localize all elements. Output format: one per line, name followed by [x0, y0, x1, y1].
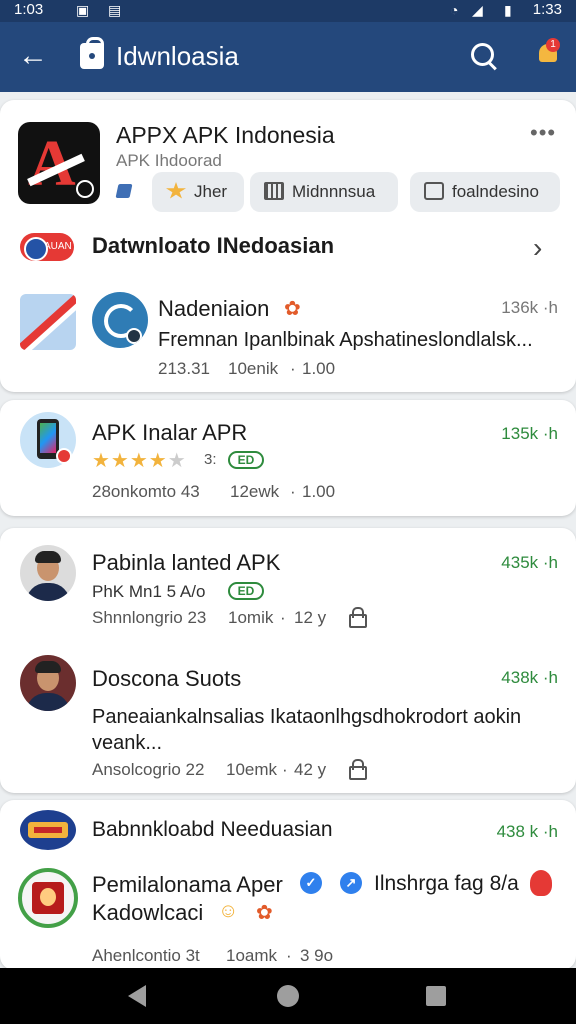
signal-icon: ◢ [472, 2, 483, 18]
section-pill-icon: AUAN [20, 233, 74, 261]
featured-app-subtitle: APK Ihdoorad [116, 151, 222, 170]
heart-icon[interactable] [530, 870, 552, 896]
tag-icon [114, 180, 138, 202]
app-subtitle: PhK Mn1 5 A/o [92, 582, 206, 601]
lock-icon [346, 758, 367, 780]
app-description: Fremnan Ipanlbinak Apshatineslondlalsk..… [158, 329, 533, 351]
status-clock: 1:33 [532, 1, 562, 18]
alarm-icon: ◔ [450, 2, 459, 18]
section-header[interactable]: AUAN Datwnloato INedoasian › [0, 230, 576, 264]
app-tail-text: Ilnshrga fag 8/a [374, 872, 519, 895]
app-name[interactable]: Doscona Suots [92, 666, 241, 692]
app-meta-downloads: 1oamk [226, 946, 278, 965]
app-meta-version: 28onkomto 43 [92, 482, 200, 501]
nav-home-icon[interactable] [277, 985, 299, 1007]
chip-foalndesino[interactable]: foalndesino [410, 172, 560, 212]
status-badge: ED [228, 451, 264, 469]
app-meta-downloads: 10enik [228, 359, 279, 378]
chip-midnnnsua[interactable]: Midnnnsua [250, 172, 398, 212]
phone-app-icon[interactable] [20, 412, 76, 468]
shopping-bag-icon [80, 37, 104, 69]
notification-bell-icon[interactable]: 1 [536, 38, 562, 72]
section-title: Datwnloato INedoasian [92, 233, 335, 258]
app-meta-rating: 1.00 [302, 482, 336, 501]
page-title: Idwnloasia [116, 41, 239, 71]
status-badge: ED [228, 582, 264, 600]
back-arrow-icon[interactable]: ← [16, 40, 50, 74]
lock-icon [346, 606, 367, 628]
flower-emoji-icon: ✿ [284, 298, 301, 320]
calendar-icon [424, 182, 444, 200]
chevron-right-icon[interactable]: › [533, 232, 542, 264]
app-logo-icon[interactable]: A [18, 122, 100, 204]
app-description-cont: veank... [92, 732, 163, 754]
app-subtitle: Kadowlcaci [92, 900, 204, 925]
crest-app-icon[interactable] [20, 810, 76, 850]
app-size: 438 k ·h [496, 822, 558, 841]
status-time: 1:03 [14, 1, 44, 18]
flag-thumbnail-icon [20, 294, 76, 350]
app-meta-downloads: 10emk [226, 760, 278, 779]
app-meta-downloads: 12ewk [230, 482, 280, 501]
status-bar: 1:03 ▣ ▤ ◔ ◢ ▮ 1:33 [0, 0, 576, 22]
app-size: 435k ·h [501, 553, 558, 572]
battery-icon: ▮ [504, 2, 512, 18]
more-options-icon[interactable]: ••• [530, 120, 556, 146]
app-name[interactable]: Babnnkloabd Needuasian [92, 818, 333, 842]
avatar[interactable] [20, 545, 76, 601]
nav-back-icon[interactable] [128, 985, 146, 1007]
verified-icon: ✓ [300, 872, 322, 894]
game-app-icon[interactable] [18, 868, 78, 928]
app-description: Paneaiankalnsalias Ikataonlhgsdhokrodort… [92, 706, 522, 728]
app-size: 438k ·h [501, 668, 558, 687]
system-nav-bar [0, 968, 576, 1024]
search-icon[interactable] [468, 40, 500, 72]
flower-emoji-icon: ✿ [256, 902, 273, 924]
notification-badge: 1 [546, 38, 560, 52]
grid-icon [264, 182, 284, 200]
app-meta-age: 12 y [294, 608, 327, 627]
app-name[interactable]: Nadeniaion [158, 296, 269, 322]
app-name[interactable]: Pabinla lanted APK [92, 550, 280, 576]
rating-value: 3: [204, 451, 217, 468]
app-name[interactable]: Pemilalonama Aper [92, 872, 283, 898]
app-icon-nadeniaion[interactable] [92, 292, 148, 348]
app-meta-version: Ansolcogrio 22 [92, 760, 205, 779]
featured-card: A APPX APK Indonesia APK Ihdoorad ••• Jh… [0, 100, 576, 392]
star-icon [166, 182, 186, 199]
app-card-apk-inalar[interactable] [0, 400, 576, 516]
nav-recents-icon[interactable] [426, 986, 446, 1006]
app-meta-age: 3 9o [300, 946, 334, 965]
chip-jher[interactable]: Jher [152, 172, 244, 212]
app-meta-version: 213.31 [158, 359, 210, 378]
screenshot-icon: ▣ [76, 2, 90, 18]
app-name[interactable]: APK Inalar APR [92, 420, 247, 446]
smile-emoji-icon: ☺ [218, 900, 239, 922]
featured-app-title[interactable]: APPX APK Indonesia [116, 122, 335, 149]
app-size: 135k ·h [501, 424, 558, 443]
avatar[interactable] [20, 655, 76, 711]
app-size: 136k ·h [501, 298, 558, 317]
app-meta-version: Shnnlongrio 23 [92, 608, 207, 627]
rating-stars-icon: ★★★★★ [92, 450, 187, 472]
share-icon: ↗ [340, 872, 362, 894]
app-meta-downloads: 1omik [228, 608, 274, 627]
app-bar: ← Idwnloasia 1 [0, 22, 576, 92]
app-meta-version: Ahenlcontio 3t [92, 946, 200, 965]
notification-icon: ▤ [108, 2, 122, 18]
app-meta-age: 42 y [294, 760, 327, 779]
app-meta-rating: 1.00 [302, 359, 336, 378]
